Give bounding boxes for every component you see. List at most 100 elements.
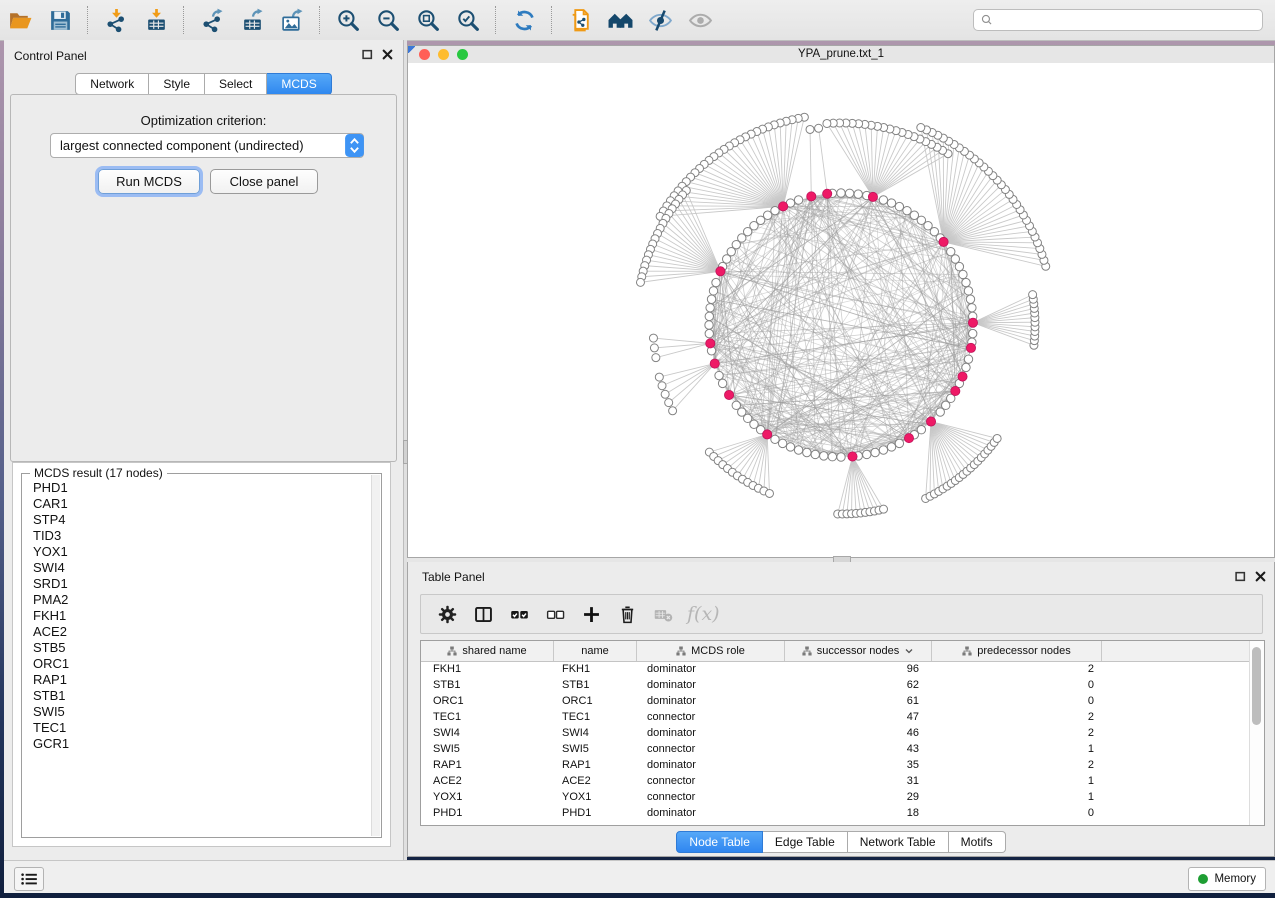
tab-motifs[interactable]: Motifs [949,831,1006,853]
tab-style[interactable]: Style [149,73,205,95]
mcds-hub-node[interactable] [724,390,733,399]
export-network-button[interactable] [195,4,229,36]
table-row[interactable]: RAP1RAP1dominator352 [421,757,1248,773]
mcds-hub-node[interactable] [939,237,948,246]
network-node[interactable] [917,426,925,434]
network-node[interactable] [650,344,658,352]
tab-mcds[interactable]: MCDS [267,73,331,95]
network-node[interactable] [712,278,720,286]
network-node[interactable] [845,189,853,197]
result-node[interactable]: FKH1 [23,608,372,624]
network-node[interactable] [903,206,911,214]
network-node[interactable] [794,196,802,204]
network-node[interactable] [669,407,677,415]
result-node[interactable]: ACE2 [23,624,372,640]
table-row[interactable]: ACE2ACE2connector311 [421,773,1248,789]
network-node[interactable] [895,202,903,210]
network-node[interactable] [968,304,976,312]
network-node[interactable] [718,379,726,387]
result-node[interactable]: PMA2 [23,592,372,608]
result-node[interactable]: CAR1 [23,496,372,512]
result-node[interactable]: TID3 [23,528,372,544]
network-node[interactable] [887,199,895,207]
search-input[interactable] [994,10,1262,30]
table-scrollbar[interactable] [1249,641,1264,825]
mcds-hub-node[interactable] [823,189,832,198]
network-node[interactable] [962,278,970,286]
network-titlebar[interactable]: YPA_prune.txt_1 [408,46,1274,64]
network-node[interactable] [803,448,811,456]
mcds-hub-node[interactable] [848,452,857,461]
mcds-hub-node[interactable] [779,202,788,211]
network-node[interactable] [854,190,862,198]
network-node[interactable] [778,439,786,447]
network-node[interactable] [879,196,887,204]
mcds-hub-node[interactable] [710,359,719,368]
network-node[interactable] [969,329,977,337]
zoom-fit-button[interactable] [411,4,445,36]
network-canvas[interactable] [408,63,1274,557]
network-node[interactable] [993,434,1001,442]
table-row[interactable]: STB1STB1dominator620 [421,677,1248,693]
task-history-button[interactable] [14,867,44,891]
table-row[interactable]: SWI5SWI5connector431 [421,741,1248,757]
network-node[interactable] [806,125,814,133]
network-node[interactable] [964,355,972,363]
select-all-button[interactable] [504,599,534,629]
network-node[interactable] [655,373,663,381]
column-header-name[interactable]: name [554,641,637,661]
home-button[interactable] [603,4,637,36]
network-node[interactable] [820,452,828,460]
result-node[interactable]: PHD1 [23,480,372,496]
result-node[interactable]: SWI5 [23,704,372,720]
network-node[interactable] [707,295,715,303]
mcds-hub-node[interactable] [868,192,877,201]
result-node[interactable]: SWI4 [23,560,372,576]
network-node[interactable] [1029,291,1037,299]
result-node[interactable]: YOX1 [23,544,372,560]
clear-selection-button[interactable] [540,599,570,629]
network-node[interactable] [715,371,723,379]
network-node[interactable] [665,399,673,407]
column-header-predecessor-nodes[interactable]: predecessor nodes [932,641,1102,661]
hide-selected-button[interactable] [643,4,677,36]
column-header-MCDS-role[interactable]: MCDS role [637,641,785,661]
tab-node-table[interactable]: Node Table [676,831,763,853]
optimization-select[interactable]: largest connected component (undirected) [50,133,364,158]
mcds-hub-node[interactable] [904,434,913,443]
column-header-shared-name[interactable]: shared name [421,641,554,661]
float-table-icon[interactable] [1235,571,1246,582]
result-node[interactable]: STB5 [23,640,372,656]
show-all-button[interactable] [683,4,717,36]
network-node[interactable] [649,334,657,342]
mcds-hub-node[interactable] [763,430,772,439]
mcds-hub-node[interactable] [966,343,975,352]
network-node[interactable] [887,443,895,451]
save-session-button[interactable] [43,4,77,36]
result-node[interactable]: ORC1 [23,656,372,672]
mcds-hub-node[interactable] [958,372,967,381]
network-node[interactable] [786,443,794,451]
table-row[interactable]: SWI4SWI4dominator462 [421,725,1248,741]
tab-network-table[interactable]: Network Table [848,831,949,853]
split-panes-button[interactable] [468,599,498,629]
tab-edge-table[interactable]: Edge Table [763,831,848,853]
network-node[interactable] [636,278,644,286]
network-node[interactable] [955,262,963,270]
memory-button[interactable]: Memory [1188,867,1266,891]
result-node[interactable]: RAP1 [23,672,372,688]
network-node[interactable] [658,382,666,390]
import-table-button[interactable] [139,4,173,36]
result-node[interactable]: TEC1 [23,720,372,736]
delete-table-button[interactable] [648,599,678,629]
network-node[interactable] [823,119,831,127]
network-node[interactable] [661,390,669,398]
network-node[interactable] [959,270,967,278]
result-node[interactable]: GCR1 [23,736,372,752]
mcds-hub-node[interactable] [951,386,960,395]
network-node[interactable] [837,189,845,197]
network-node[interactable] [880,505,888,513]
result-node[interactable]: STB1 [23,688,372,704]
run-mcds-button[interactable]: Run MCDS [98,169,200,194]
result-node[interactable]: SRD1 [23,576,372,592]
